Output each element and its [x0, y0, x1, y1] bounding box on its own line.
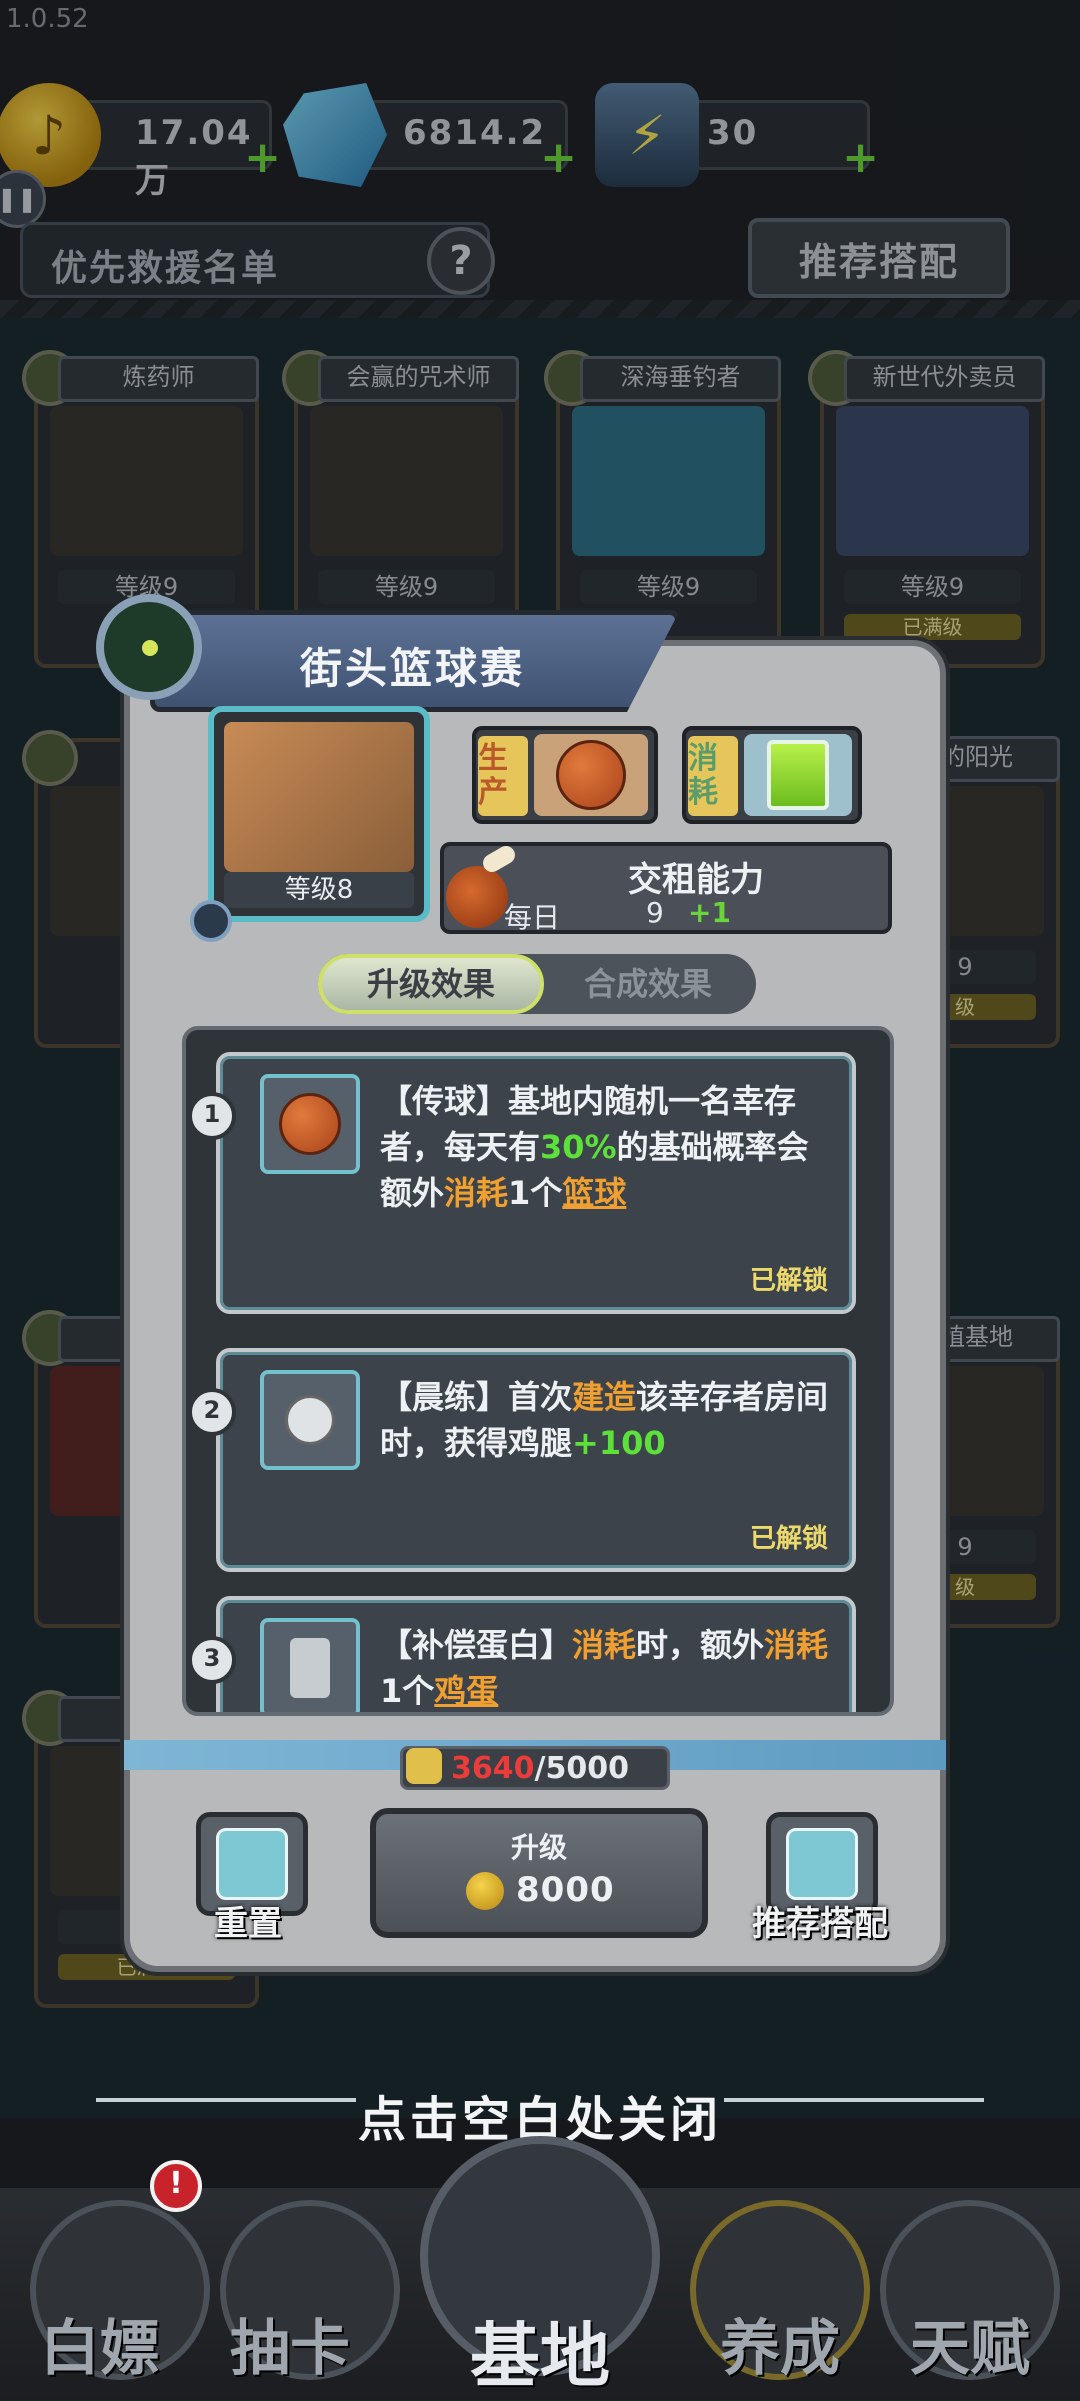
effect-item: 2 【晨练】首次建造该幸存者房间时，获得鸡腿+100 已解锁 [188, 1348, 856, 1572]
close-hint[interactable]: 点击空白处关闭 [0, 2070, 1080, 2148]
effect-number: 1 [188, 1092, 236, 1140]
rent-value: 9 [646, 896, 664, 929]
effect-number: 3 [188, 1636, 236, 1684]
puzzle-piece-icon [406, 1748, 442, 1784]
effect-number: 2 [188, 1388, 236, 1436]
pass-ball-icon [260, 1074, 360, 1174]
hint-line-right [724, 2098, 984, 2102]
protein-icon [260, 1618, 360, 1712]
basketball-icon [556, 740, 626, 810]
consume-slot[interactable]: 消耗 [682, 726, 862, 824]
effect-status: 已解锁 [749, 1524, 828, 1554]
effect-status: 已解锁 [749, 1266, 828, 1296]
combo-icon [786, 1828, 858, 1900]
modal-title-bar: 街头篮球赛 [150, 610, 680, 712]
tab-merge-effect[interactable]: 合成效果 [540, 954, 756, 1014]
alarm-clock-icon [260, 1370, 360, 1470]
effect-tabs: 升级效果 合成效果 [318, 954, 756, 1014]
reset-label: 重置 [214, 1904, 282, 1944]
exp-current: 3640 [451, 1751, 535, 1786]
tab-upgrade-effect[interactable]: 升级效果 [318, 954, 544, 1014]
produce-slot[interactable]: 生产 [472, 726, 658, 824]
upgrade-cost: 8000 [516, 1870, 615, 1910]
drumstick-icon [440, 842, 520, 936]
consume-item [744, 734, 852, 816]
effect-list[interactable]: 1 【传球】基地内随机一名幸存者，每天有30%的基础概率会额外消耗1个篮球 已解… [182, 1026, 894, 1716]
green-drink-icon [767, 740, 829, 810]
recommend-combo-label: 推荐搭配 [752, 1904, 888, 1944]
effect-text: 【补偿蛋白】消耗时，额外消耗1个鸡蛋 [380, 1626, 829, 1710]
basketball-scene-image [224, 722, 414, 872]
nav-base-label: 基地 [470, 2315, 610, 2397]
effect-text: 【晨练】首次建造该幸存者房间时，获得鸡腿+100 [380, 1378, 829, 1462]
upgrade-button[interactable]: 升级 8000 [370, 1808, 708, 1938]
effect-text: 【传球】基地内随机一名幸存者，每天有30%的基础概率会额外消耗1个篮球 [380, 1082, 809, 1212]
produce-label: 生产 [478, 736, 528, 816]
nav-talent-label: 天赋 [910, 2314, 1030, 2384]
reset-icon [216, 1828, 288, 1900]
consume-label: 消耗 [688, 736, 738, 816]
portrait-info-icon[interactable] [190, 900, 232, 942]
nav-grow-label: 养成 [720, 2314, 840, 2384]
radar-icon [96, 594, 202, 700]
produce-item [534, 734, 648, 816]
nav-freebie-label: 白嫖 [40, 2314, 160, 2384]
portrait-level: 等级8 [224, 872, 414, 908]
exp-max: 5000 [545, 1751, 629, 1786]
rent-bonus: +1 [688, 896, 731, 929]
gold-coin-icon [466, 1872, 504, 1910]
modal-title: 街头篮球赛 [300, 644, 526, 693]
notification-badge: ! [150, 2160, 202, 2212]
upgrade-label: 升级 [510, 1831, 567, 1864]
effect-item: 1 【传球】基地内随机一名幸存者，每天有30%的基础概率会额外消耗1个篮球 已解… [188, 1052, 856, 1314]
nav-gacha-label: 抽卡 [230, 2314, 350, 2384]
survivor-portrait[interactable]: 等级8 [208, 706, 430, 922]
effect-item: 3 【补偿蛋白】消耗时，额外消耗1个鸡蛋 [188, 1596, 856, 1712]
